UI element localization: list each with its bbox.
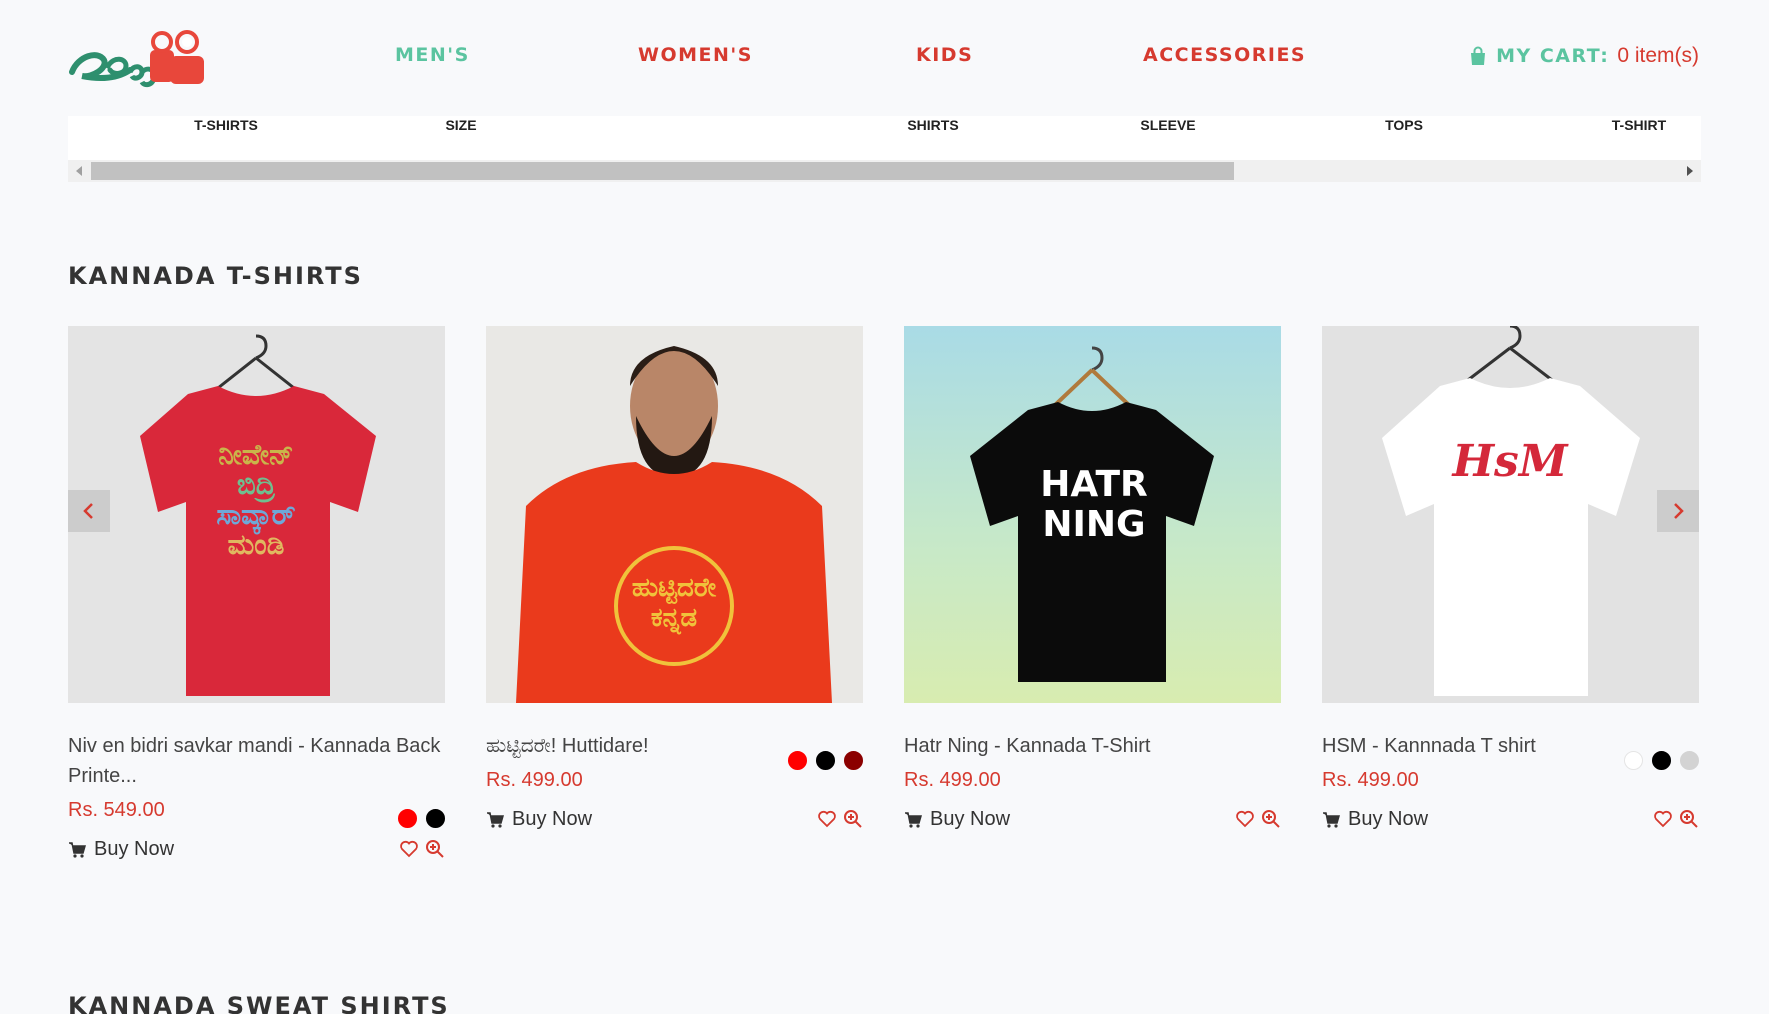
heart-icon[interactable]: [817, 809, 837, 829]
color-swatch-red[interactable]: [398, 809, 417, 828]
zoom-in-icon[interactable]: [1679, 809, 1699, 829]
product-card: HsM HSM - Kannnada T shirt Rs. 499.00 Bu…: [1322, 326, 1699, 831]
product-card: HATR NING Hatr Ning - Kannada T-Shirt Rs…: [904, 326, 1281, 831]
scroll-left-icon[interactable]: [76, 166, 82, 176]
svg-text:ಮಂಡಿ: ಮಂಡಿ: [228, 528, 285, 561]
product-image[interactable]: ನೀವೇನ್ ಬಿದ್ರಿ ಸಾವ್ಕಾರ್ ಮಂಡಿ: [68, 326, 445, 703]
svg-text:NING: NING: [1042, 504, 1145, 545]
buy-now-label: Buy Now: [94, 838, 175, 860]
color-swatch-black[interactable]: [426, 809, 445, 828]
scroll-right-icon[interactable]: [1687, 166, 1693, 176]
product-actions: [399, 839, 445, 859]
site-logo[interactable]: [68, 26, 208, 92]
logo-icon: [69, 30, 204, 88]
site-header: MEN'S WOMEN'S KIDS ACCESSORIES MY CART: …: [0, 0, 1769, 116]
color-swatch-red[interactable]: [788, 751, 807, 770]
cart-label: MY CART:: [1496, 45, 1610, 67]
color-swatch-black[interactable]: [1652, 751, 1671, 770]
product-image[interactable]: ಹುಟ್ಟಿದರೇ ಕನ್ನಡ: [486, 326, 863, 703]
cart-icon: [487, 811, 504, 828]
category-strip: T-SHIRTS SIZE SHIRTS SLEEVE TOPS T-SHIRT: [68, 116, 1701, 160]
color-swatch-white[interactable]: [1624, 751, 1643, 770]
category-item[interactable]: TOPS: [1385, 116, 1423, 160]
cart-icon: [69, 841, 86, 858]
product-image[interactable]: HATR NING: [904, 326, 1281, 703]
product-name[interactable]: Niv en bidri savkar mandi - Kannada Back…: [68, 731, 445, 791]
cart-link[interactable]: MY CART: 0 item(s): [1468, 44, 1699, 68]
svg-text:ಕನ್ನಡ: ಕನ್ನಡ: [651, 603, 697, 635]
svg-text:HATR: HATR: [1040, 464, 1147, 505]
product-price: Rs. 549.00: [68, 799, 165, 821]
buy-now-button[interactable]: Buy Now: [68, 838, 445, 861]
nav-womens[interactable]: WOMEN'S: [638, 44, 753, 66]
cart-icon: [1323, 811, 1340, 828]
product-name[interactable]: Hatr Ning - Kannada T-Shirt: [904, 731, 1281, 761]
heart-icon[interactable]: [1235, 809, 1255, 829]
color-swatches: [788, 751, 863, 770]
category-item[interactable]: SIZE: [445, 116, 476, 160]
nav-mens[interactable]: MEN'S: [395, 44, 470, 66]
heart-icon[interactable]: [399, 839, 419, 859]
product-price: Rs. 499.00: [1322, 769, 1419, 791]
zoom-in-icon[interactable]: [1261, 809, 1281, 829]
category-item[interactable]: T-SHIRT: [1612, 116, 1666, 160]
svg-text:ನೀವೇನ್: ನೀವೇನ್: [218, 438, 293, 471]
horizontal-scrollbar[interactable]: [68, 160, 1701, 182]
slider-next-button[interactable]: [1657, 490, 1699, 532]
category-item[interactable]: T-SHIRTS: [194, 116, 258, 160]
buy-now-button[interactable]: Buy Now: [1322, 808, 1699, 831]
zoom-in-icon[interactable]: [843, 809, 863, 829]
product-actions: [1653, 809, 1699, 829]
product-card: ಹುಟ್ಟಿದರೇ ಕನ್ನಡ ಹುಟ್ಟಿದರೇ! Huttidare! Rs…: [486, 326, 863, 831]
product-actions: [1235, 809, 1281, 829]
category-item[interactable]: SLEEVE: [1140, 116, 1195, 160]
zoom-in-icon[interactable]: [425, 839, 445, 859]
section-title: KANNADA SWEAT SHIRTS: [68, 992, 450, 1014]
buy-now-button[interactable]: Buy Now: [904, 808, 1281, 831]
color-swatches: [1624, 751, 1699, 770]
color-swatches: [398, 809, 445, 828]
product-price: Rs. 499.00: [904, 769, 1001, 791]
chevron-left-icon: [83, 503, 93, 519]
color-swatch-maroon[interactable]: [844, 751, 863, 770]
nav-kids[interactable]: KIDS: [916, 44, 973, 66]
cart-icon: [905, 811, 922, 828]
product-image[interactable]: HsM: [1322, 326, 1699, 703]
product-price: Rs. 499.00: [486, 769, 583, 791]
svg-text:ಹುಟ್ಟಿದರೇ: ಹುಟ್ಟಿದರೇ: [632, 573, 717, 605]
product-actions: [817, 809, 863, 829]
section-title: KANNADA T-SHIRTS: [68, 262, 363, 290]
shopping-bag-icon: [1471, 46, 1486, 65]
product-card: ನೀವೇನ್ ಬಿದ್ರಿ ಸಾವ್ಕಾರ್ ಮಂಡಿ Niv en bidri…: [68, 326, 445, 861]
buy-now-label: Buy Now: [930, 808, 1011, 830]
category-item[interactable]: SHIRTS: [907, 116, 958, 160]
nav-accessories[interactable]: ACCESSORIES: [1143, 44, 1306, 66]
buy-now-label: Buy Now: [512, 808, 593, 830]
svg-text:HsM: HsM: [1450, 436, 1568, 487]
color-swatch-grey[interactable]: [1680, 751, 1699, 770]
buy-now-label: Buy Now: [1348, 808, 1429, 830]
scroll-thumb[interactable]: [91, 162, 1234, 180]
slider-prev-button[interactable]: [68, 490, 110, 532]
chevron-right-icon: [1674, 503, 1684, 519]
buy-now-button[interactable]: Buy Now: [486, 808, 863, 831]
heart-icon[interactable]: [1653, 809, 1673, 829]
cart-count: 0 item(s): [1617, 44, 1699, 67]
color-swatch-black[interactable]: [816, 751, 835, 770]
